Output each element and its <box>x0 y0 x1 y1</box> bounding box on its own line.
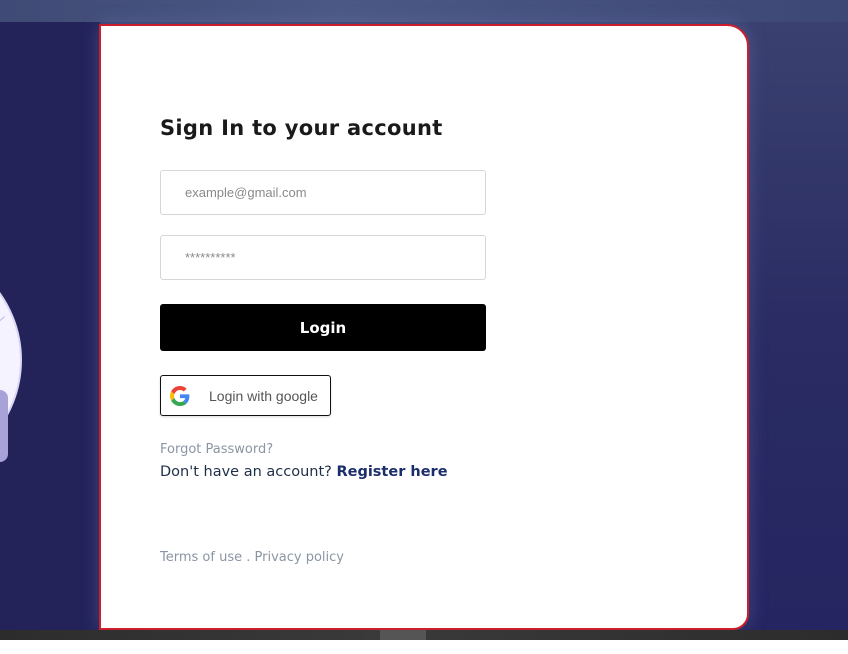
illustration-figure <box>0 390 8 462</box>
google-login-label: Login with google <box>209 387 318 404</box>
legal-separator: . <box>242 550 255 565</box>
register-prompt-text: Don't have an account? <box>160 464 332 480</box>
google-login-button[interactable]: Login with google <box>160 375 331 416</box>
taskbar-notch <box>380 630 426 640</box>
signin-card: Sign In to your account Login Login with… <box>99 24 749 630</box>
forgot-password-link[interactable]: Forgot Password? <box>160 442 273 457</box>
email-input[interactable] <box>160 170 486 215</box>
register-link[interactable]: Register here <box>336 464 447 480</box>
terms-of-use-link[interactable]: Terms of use <box>160 550 242 565</box>
password-input[interactable] <box>160 235 486 280</box>
signin-title: Sign In to your account <box>160 116 443 140</box>
legal-links: Terms of use . Privacy policy <box>160 550 344 565</box>
left-hero-panel: ons <box>0 22 100 630</box>
window-top-strip <box>0 0 848 22</box>
login-button[interactable]: Login <box>160 304 486 351</box>
google-g-icon <box>170 385 190 406</box>
privacy-policy-link[interactable]: Privacy policy <box>255 550 344 565</box>
right-background-panel <box>748 22 848 630</box>
register-prompt-line: Don't have an account? Register here <box>160 464 448 480</box>
hero-heading: ons <box>0 62 100 90</box>
app-background: ons Sign In to your account Login Login … <box>0 0 848 654</box>
